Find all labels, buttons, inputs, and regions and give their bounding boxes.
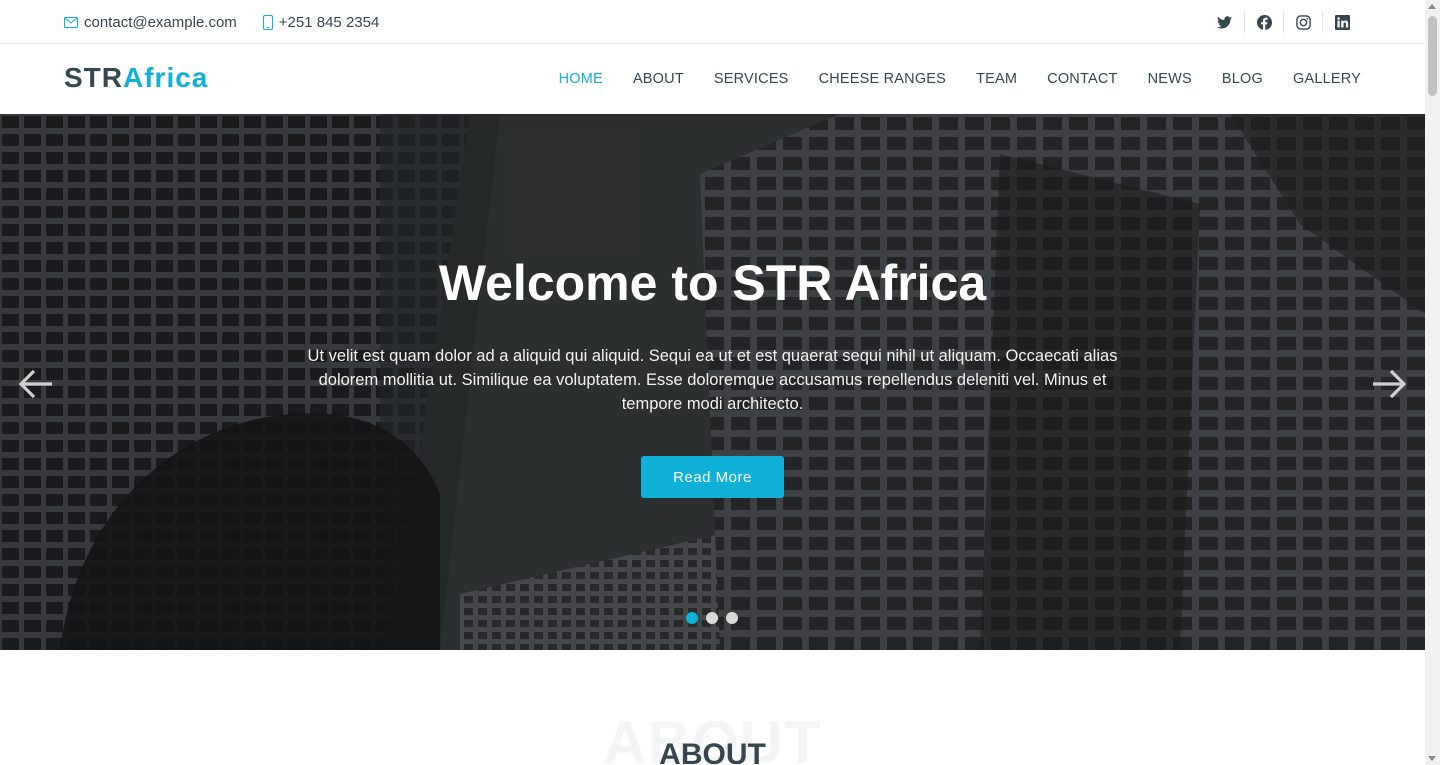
nav-contact[interactable]: CONTACT (1047, 71, 1117, 87)
nav-news[interactable]: NEWS (1148, 71, 1192, 87)
next-arrow-icon[interactable] (1369, 364, 1409, 404)
nav-blog[interactable]: BLOG (1222, 71, 1263, 87)
social-links (1205, 0, 1361, 44)
carousel-indicators (686, 612, 746, 624)
phone-icon (262, 14, 273, 30)
envelope-icon (64, 16, 78, 28)
phone-text: +251 845 2354 (278, 13, 380, 31)
about-title: ABOUT (659, 738, 766, 765)
nav-cheese-ranges[interactable]: CHEESE RANGES (819, 71, 947, 87)
nav-home[interactable]: HOME (559, 71, 603, 87)
twitter-icon[interactable] (1205, 11, 1244, 33)
logo-part-1: STR (64, 62, 123, 93)
nav-services[interactable]: SERVICES (714, 71, 789, 87)
carousel-dot-2[interactable] (706, 612, 718, 624)
instagram-icon[interactable] (1283, 11, 1322, 33)
main-nav: HOME ABOUT SERVICES CHEESE RANGES TEAM C… (529, 44, 1361, 114)
site-logo[interactable]: STRAfrica (64, 62, 208, 94)
phone-link[interactable]: +251 845 2354 (262, 13, 380, 31)
facebook-icon[interactable] (1244, 11, 1283, 33)
contact-info: contact@example.com +251 845 2354 (64, 0, 405, 44)
hero-title: Welcome to STR Africa (438, 255, 987, 311)
scroll-up-icon[interactable] (1428, 4, 1436, 9)
page-scrollbar[interactable] (1425, 0, 1440, 765)
site-header: STRAfrica HOME ABOUT SERVICES CHEESE RAN… (0, 44, 1425, 114)
linkedin-icon[interactable] (1322, 11, 1361, 33)
carousel-dot-3[interactable] (726, 612, 738, 624)
logo-part-2: Africa (123, 62, 209, 93)
read-more-button[interactable]: Read More (641, 456, 784, 498)
scroll-down-icon[interactable] (1428, 756, 1436, 761)
nav-gallery[interactable]: GALLERY (1293, 71, 1361, 87)
nav-about[interactable]: ABOUT (633, 71, 684, 87)
nav-team[interactable]: TEAM (976, 71, 1017, 87)
hero-text: Ut velit est quam dolor ad a aliquid qui… (307, 347, 1118, 413)
carousel-dot-1[interactable] (686, 612, 698, 624)
prev-arrow-icon[interactable] (16, 364, 56, 404)
email-text: contact@example.com (84, 13, 237, 31)
email-link[interactable]: contact@example.com (64, 14, 237, 31)
hero-carousel: Welcome to STR Africa Ut velit est quam … (0, 114, 1425, 650)
top-bar: contact@example.com +251 845 2354 (0, 0, 1425, 44)
scrollbar-thumb[interactable] (1428, 16, 1437, 96)
